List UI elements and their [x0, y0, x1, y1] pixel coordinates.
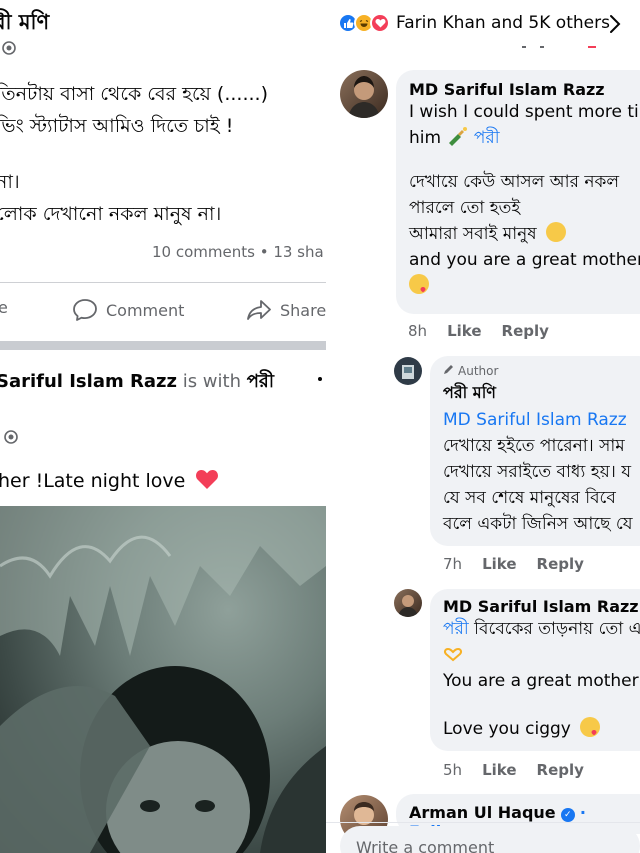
mention-link[interactable]: MD Sariful Islam Razz — [443, 407, 640, 433]
comment-line: পরী বিবেকের তাড়নায় তো এ — [443, 616, 640, 642]
share-icon — [246, 298, 272, 322]
post2-text: her !Late night love — [0, 468, 219, 495]
comment-button[interactable]: Comment — [72, 298, 184, 322]
post-text-line-1: তিনটায় বাসা থেকে বের হয়ে (......) — [0, 83, 268, 105]
reply-link[interactable]: Reply — [537, 555, 584, 573]
kiss-emoji-icon — [409, 274, 429, 294]
like-label: e — [0, 298, 8, 317]
post-author-name[interactable]: রী মণি — [0, 6, 49, 41]
composer-divider — [326, 822, 640, 823]
comment-line: যে সব শেষে মানুষের বিবে — [443, 488, 616, 508]
comment-label: Comment — [106, 300, 185, 320]
comment-spacer — [443, 694, 640, 716]
verified-badge-icon: ✓ — [560, 808, 575, 822]
mention-link[interactable]: পরী — [474, 128, 500, 148]
comment-line: him পরী — [409, 125, 640, 151]
kiss-emoji-icon — [580, 717, 601, 737]
comment-bubble: MD Sariful Islam Razz পরী বিবেকের তাড়না… — [430, 589, 640, 751]
commenter-avatar[interactable] — [394, 589, 422, 617]
like-link[interactable]: Like — [482, 555, 516, 573]
like-button[interactable]: e — [0, 298, 8, 317]
like-link[interactable]: Like — [447, 322, 481, 340]
post-text-line-3: না। — [0, 171, 20, 193]
comment-meta: 8h Like Reply — [408, 322, 549, 340]
author-avatar[interactable] — [394, 357, 422, 385]
heart-icon — [195, 468, 219, 495]
reactions-label: Farin Khan and 5K others — [396, 13, 610, 33]
more-options-icon[interactable] — [318, 377, 322, 381]
comment-input-placeholder: Write a comment — [356, 838, 495, 853]
comment-input[interactable]: Write a comment — [340, 826, 640, 853]
comment-line: দেখায়ে কেউ আসল আর নকল — [409, 172, 620, 192]
globe-icon — [2, 41, 16, 55]
comment-text: him — [409, 128, 442, 148]
smirk-emoji-icon — [546, 222, 567, 242]
photo-content — [0, 506, 326, 853]
comment-bubble: MD Sariful Islam Razz I wish I could spe… — [396, 70, 640, 314]
globe-icon — [4, 430, 18, 444]
pencil-icon — [443, 364, 454, 378]
comment-text: Love you ciggy — [443, 719, 571, 739]
post-text-line-4: লোক দেখানো নকল মানুষ না। — [0, 203, 222, 225]
post2-subline: । — [0, 398, 1, 422]
comment-spacer — [409, 151, 640, 169]
comment-icon — [72, 298, 98, 322]
author-badge-label: Author — [458, 364, 499, 378]
reply-link[interactable]: Reply — [537, 761, 584, 779]
comment-meta: 7h Like Reply — [443, 555, 584, 573]
like-link[interactable]: Like — [482, 761, 516, 779]
section-separator — [0, 341, 326, 350]
comment-text: আমারা সবাই মানুষ — [409, 224, 537, 244]
left-post-panel: রী মণি তিনটায় বাসা থেকে বের হয়ে (.....… — [0, 0, 326, 853]
share-button[interactable]: Share — [246, 298, 326, 322]
share-label: Share — [280, 300, 326, 320]
comment-line: দেখায়ে হইতে পারেনা। সাম — [443, 436, 625, 456]
comment-line: You are a great mother — [443, 671, 639, 691]
comment-bubble: Author পরী মণি MD Sariful Islam Razz দেখ… — [430, 356, 640, 546]
comment-meta: 5h Like Reply — [443, 761, 584, 779]
author-badge: Author — [443, 364, 640, 378]
comment-line: and you are a great mother — [409, 250, 640, 270]
scroll-hint — [540, 46, 544, 48]
heart-hands-emoji-icon — [443, 645, 463, 665]
post2-author-name[interactable]: Sariful Islam Razz — [0, 371, 177, 392]
comment-line: দেখায়ে সরাইতে বাধ্য হয়। য — [443, 462, 631, 482]
chevron-right-icon[interactable] — [609, 14, 621, 39]
commenter-avatar[interactable] — [340, 70, 388, 118]
commenter-name[interactable]: Arman Ul Haque — [409, 803, 556, 822]
bottle-emoji-icon — [446, 127, 473, 148]
love-reaction-icon — [370, 13, 390, 33]
comment-line — [443, 642, 640, 668]
comment-time: 7h — [443, 555, 463, 573]
comments-panel: Farin Khan and 5K others MD Sariful Isla… — [326, 0, 640, 853]
comment-line: পারলে তো হতই — [409, 198, 521, 218]
post2-text-content: her !Late night love — [0, 470, 186, 492]
post-photo[interactable] — [0, 506, 326, 853]
comment-text: বিবেকের তাড়নায় তো এ — [474, 619, 640, 639]
post2-header: Sariful Islam Razz is with পরী — [0, 370, 274, 394]
comment-line: I wish I could spent more tir — [409, 102, 640, 122]
comment-line — [409, 273, 640, 299]
mention-link[interactable]: পরী — [443, 619, 469, 639]
divider — [0, 282, 326, 283]
comment-line: আমারা সবাই মানুষ — [409, 221, 640, 247]
commenter-name[interactable]: পরী মণি — [443, 380, 640, 407]
scroll-hint — [522, 46, 526, 48]
comment-line: Love you ciggy — [443, 716, 640, 742]
commenter-name[interactable]: MD Sariful Islam Razz — [443, 597, 640, 616]
scroll-hint — [588, 46, 596, 48]
comment-line: বলে একটা জিনিস আছে যে — [443, 514, 633, 534]
comment-time: 8h — [408, 322, 428, 340]
post2-with-text: is with — [182, 371, 241, 392]
post-text-line-2: ভিং স্ট্যাটাস আমিও দিতে চাই ! — [0, 115, 234, 137]
comment-time: 5h — [443, 761, 463, 779]
post2-with-name[interactable]: পরী — [247, 371, 274, 392]
reactions-summary[interactable]: Farin Khan and 5K others — [338, 13, 610, 33]
reply-link[interactable]: Reply — [502, 322, 549, 340]
commenter-name[interactable]: MD Sariful Islam Razz — [409, 80, 640, 99]
post-stats[interactable]: 10 comments • 13 sha — [152, 243, 324, 261]
